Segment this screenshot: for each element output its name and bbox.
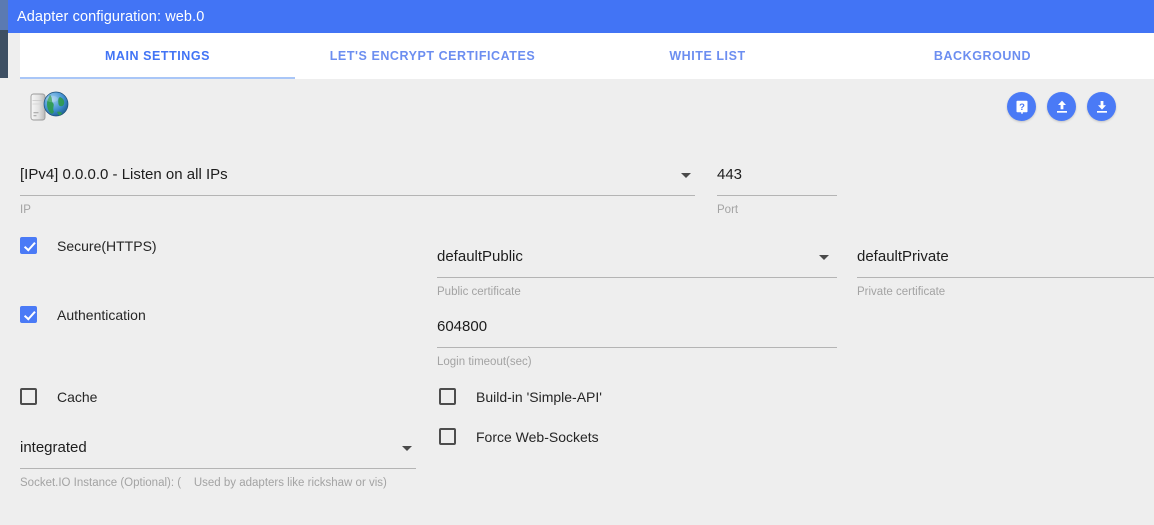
force-web-sockets-checkbox-row[interactable]: Force Web-Sockets [439, 428, 599, 445]
tab-label: BACKGROUND [933, 49, 1032, 63]
simple-api-label: Build-in 'Simple-API' [476, 388, 602, 405]
socketio-instance-field[interactable]: integrated Socket.IO Instance (Optional)… [20, 438, 416, 489]
secure-https-label: Secure(HTTPS) [57, 237, 157, 254]
socketio-instance-hint: Socket.IO Instance (Optional): ( Used by… [20, 477, 387, 489]
socketio-instance-value: integrated [20, 439, 87, 456]
public-certificate-hint: Public certificate [437, 286, 521, 298]
ip-field-hint: IP [20, 204, 31, 216]
download-button[interactable] [1087, 92, 1116, 121]
chevron-down-icon [402, 446, 412, 451]
login-timeout-hint: Login timeout(sec) [437, 356, 532, 368]
secure-https-checkbox-row[interactable]: Secure(HTTPS) [20, 237, 157, 254]
cache-checkbox[interactable] [20, 388, 37, 405]
force-web-sockets-label: Force Web-Sockets [476, 428, 599, 445]
force-web-sockets-checkbox[interactable] [439, 428, 456, 445]
cache-label: Cache [57, 388, 98, 405]
login-timeout-field[interactable]: 604800 Login timeout(sec) [437, 317, 837, 368]
upload-button[interactable] [1047, 92, 1076, 121]
port-field[interactable]: 443 Port [717, 165, 837, 216]
authentication-label: Authentication [57, 306, 146, 323]
tab-label: LET'S ENCRYPT CERTIFICATES [329, 49, 536, 63]
chevron-down-icon [819, 255, 829, 260]
settings-panel: ? [IPv4] 0.0.0.0 - Listen on all IPs IP … [0, 79, 1154, 525]
private-certificate-hint: Private certificate [857, 286, 946, 298]
toolbar-actions: ? [1007, 92, 1116, 121]
book-question-icon: ? [1016, 100, 1027, 114]
authentication-checkbox-row[interactable]: Authentication [20, 306, 146, 323]
download-icon [1096, 100, 1107, 113]
window-title-bar: Adapter configuration: web.0 [8, 0, 1154, 33]
adapter-configuration-window: Adapter configuration: web.0 MAIN SETTIN… [0, 0, 1154, 525]
public-certificate-value: defaultPublic [437, 248, 523, 265]
server-globe-icon [28, 88, 72, 128]
tab-main-settings[interactable]: MAIN SETTINGS [20, 33, 295, 79]
simple-api-checkbox[interactable] [439, 388, 456, 405]
login-timeout-value: 604800 [437, 318, 488, 335]
public-certificate-field[interactable]: defaultPublic Public certificate [437, 247, 837, 298]
port-input-value: 443 [717, 166, 743, 183]
ip-select-value: [IPv4] 0.0.0.0 - Listen on all IPs [20, 166, 228, 183]
private-certificate-field[interactable]: defaultPrivate Private certificate [857, 247, 1154, 298]
port-field-hint: Port [717, 204, 739, 216]
svg-text:?: ? [1019, 102, 1025, 113]
tab-label: MAIN SETTINGS [104, 49, 211, 63]
ip-field[interactable]: [IPv4] 0.0.0.0 - Listen on all IPs IP [20, 165, 695, 216]
authentication-checkbox[interactable] [20, 306, 37, 323]
tab-label: WHITE LIST [669, 49, 746, 63]
help-button[interactable]: ? [1007, 92, 1036, 121]
upload-icon [1056, 100, 1067, 113]
tab-white-list[interactable]: WHITE LIST [570, 33, 845, 79]
chevron-down-icon [681, 173, 691, 178]
simple-api-checkbox-row[interactable]: Build-in 'Simple-API' [439, 388, 602, 405]
tab-bar: MAIN SETTINGS LET'S ENCRYPT CERTIFICATES… [20, 33, 1154, 79]
tab-lets-encrypt-certificates[interactable]: LET'S ENCRYPT CERTIFICATES [295, 33, 570, 79]
secure-https-checkbox[interactable] [20, 237, 37, 254]
tab-background[interactable]: BACKGROUND [845, 33, 1120, 79]
window-title: Adapter configuration: web.0 [17, 8, 205, 25]
cache-checkbox-row[interactable]: Cache [20, 388, 97, 405]
app-chrome-left-strip [0, 0, 8, 78]
private-certificate-value: defaultPrivate [857, 248, 949, 265]
